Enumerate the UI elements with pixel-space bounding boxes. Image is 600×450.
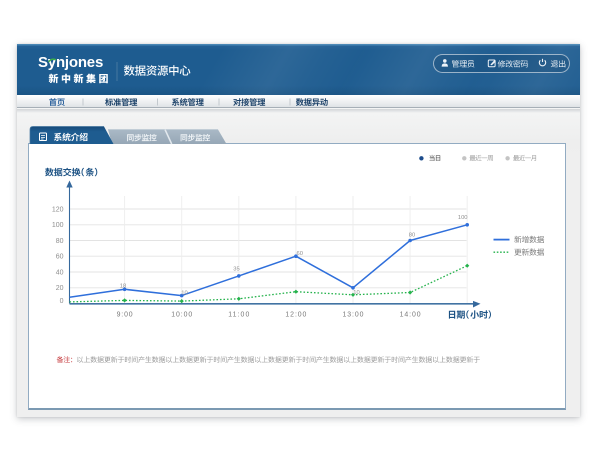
svg-text:9:00: 9:00 xyxy=(117,311,133,318)
svg-text:35: 35 xyxy=(233,267,239,273)
svg-text:40: 40 xyxy=(56,269,64,276)
svg-text:0: 0 xyxy=(60,298,64,305)
svg-text:10: 10 xyxy=(353,290,359,296)
svg-text:80: 80 xyxy=(56,238,64,245)
svg-text:12:00: 12:00 xyxy=(285,311,306,318)
svg-text:13:00: 13:00 xyxy=(343,311,364,318)
svg-text:10:00: 10:00 xyxy=(171,311,192,318)
svg-text:80: 80 xyxy=(409,233,415,239)
svg-text:100: 100 xyxy=(52,222,64,229)
svg-text:10: 10 xyxy=(181,291,187,297)
svg-text:20: 20 xyxy=(56,285,64,292)
svg-text:11:00: 11:00 xyxy=(228,311,249,318)
svg-text:60: 60 xyxy=(296,251,302,257)
svg-text:120: 120 xyxy=(52,206,64,213)
svg-text:18: 18 xyxy=(120,284,126,290)
svg-text:14:00: 14:00 xyxy=(400,311,421,318)
svg-text:100: 100 xyxy=(458,215,468,221)
svg-text:60: 60 xyxy=(56,254,64,261)
